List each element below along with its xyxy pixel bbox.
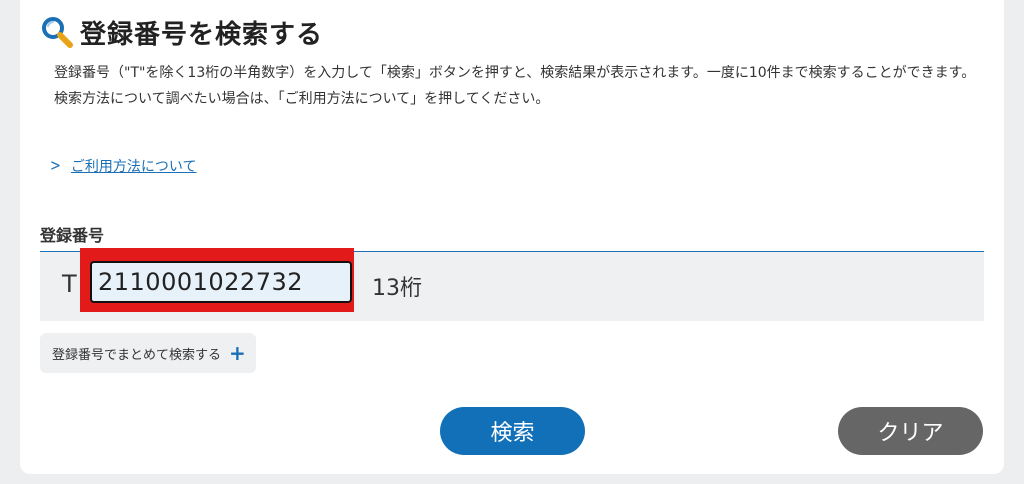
title-row: 登録番号を検索する xyxy=(40,14,323,50)
clear-button[interactable]: クリア xyxy=(838,407,983,455)
registration-input-row: T 13桁 xyxy=(40,248,984,321)
description: 登録番号（"T"を除く13桁の半角数字）を入力して「検索」ボタンを押すと、検索結… xyxy=(40,60,980,112)
magnifier-icon xyxy=(42,17,73,48)
usage-help-link[interactable]: ご利用方法について xyxy=(71,156,197,176)
search-button[interactable]: 検索 xyxy=(440,407,585,455)
description-line-1: 登録番号（"T"を除く13桁の半角数字）を入力して「検索」ボタンを押すと、検索結… xyxy=(54,65,976,81)
registration-number-label: 登録番号 xyxy=(40,226,105,245)
description-line-2: 検索方法について調べたい場合は、「ご利用方法について」を押してください。 xyxy=(54,91,550,107)
digits-hint: 13桁 xyxy=(372,276,422,301)
t-prefix: T xyxy=(62,270,77,298)
bulk-search-label: 登録番号でまとめて検索する xyxy=(52,347,222,363)
page-title: 登録番号を検索する xyxy=(80,19,324,50)
plus-icon: + xyxy=(229,341,246,365)
registration-number-input[interactable] xyxy=(90,261,352,303)
chevron-right-icon: > xyxy=(50,157,61,175)
bulk-search-toggle-button[interactable]: 登録番号でまとめて検索する + xyxy=(40,333,256,373)
help-link-row: > ご利用方法について xyxy=(50,156,197,176)
